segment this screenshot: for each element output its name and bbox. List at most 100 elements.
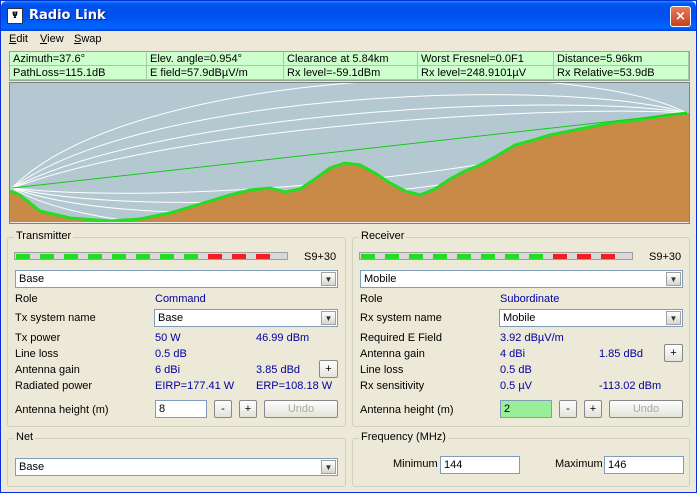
rx-required-field-label: Required E Field (360, 332, 442, 344)
tx-line-loss-value: 0.5 dB (155, 348, 187, 360)
tx-antenna-height-label: Antenna height (m) (15, 404, 109, 416)
tx-power-watts: 50 W (155, 332, 181, 344)
chevron-down-icon[interactable]: ▼ (666, 272, 681, 286)
azimuth-cell: Azimuth=37.6° (10, 52, 147, 66)
s-meter-segment (184, 254, 198, 259)
tx-s-meter-label: S9+30 (304, 251, 337, 263)
terrain-profile-graphic (10, 83, 689, 223)
s-meter-segment (112, 254, 126, 259)
rx-line-loss-value: 0.5 dB (500, 364, 532, 376)
tx-undo-button[interactable]: Undo (264, 400, 338, 418)
s-meter-segment (361, 254, 375, 259)
rx-level-uv-cell: Rx level=248.9101µV (418, 66, 554, 80)
tx-antenna-gain-add-button[interactable]: + (319, 360, 338, 378)
efield-cell: E field=57.9dBµV/m (147, 66, 284, 80)
window-title: Radio Link (29, 8, 106, 23)
tx-radiated-label: Radiated power (15, 380, 93, 392)
link-info-table: Azimuth=37.6° Elev. angle=0.954° Clearan… (9, 51, 690, 81)
distance-cell: Distance=5.96km (554, 52, 689, 66)
rx-antenna-gain-add-button[interactable]: + (664, 344, 683, 362)
tx-station-select[interactable]: Base ▼ (15, 270, 338, 288)
s-meter-track (359, 252, 633, 260)
title-bar[interactable]: Ψ Radio Link × (1, 1, 696, 31)
rx-sensitivity-dbm: -113.02 dBm (599, 380, 662, 392)
tx-system-select[interactable]: Base ▼ (154, 309, 338, 327)
frequency-max-label: Maximum (555, 458, 603, 470)
s-meter-segment (529, 254, 543, 259)
receiver-title: Receiver (359, 230, 407, 242)
s-meter-segment (457, 254, 471, 259)
menu-edit[interactable]: Edit (9, 33, 28, 45)
s-meter-segment (16, 254, 30, 259)
frequency-group: Frequency (MHz) Minimum 144 Maximum 146 (352, 431, 690, 487)
tx-height-decrement-button[interactable]: - (214, 400, 232, 418)
receiver-group: Receiver S9+30 Mobile ▼ Role Subordinate… (352, 230, 690, 427)
rx-sensitivity-label: Rx sensitivity (360, 380, 425, 392)
chevron-down-icon[interactable]: ▼ (666, 311, 681, 325)
frequency-title: Frequency (MHz) (359, 431, 448, 443)
rx-station-select[interactable]: Mobile ▼ (360, 270, 683, 288)
s-meter-segment (136, 254, 150, 259)
menu-view[interactable]: View (40, 33, 64, 45)
tx-antenna-gain-dbi: 6 dBi (155, 364, 181, 376)
radio-link-window: Ψ Radio Link × Edit View Swap Azimuth=37… (0, 0, 697, 493)
chevron-down-icon[interactable]: ▼ (321, 460, 336, 474)
rx-required-field-value: 3.92 dBµV/m (500, 332, 564, 344)
tx-height-increment-button[interactable]: + (239, 400, 257, 418)
terrain-profile-view[interactable] (9, 82, 690, 224)
rx-antenna-gain-dbi: 4 dBi (500, 348, 526, 360)
rx-height-decrement-button[interactable]: - (559, 400, 577, 418)
clearance-cell: Clearance at 5.84km (284, 52, 418, 66)
s-meter-segment (64, 254, 78, 259)
tx-role-label: Role (15, 293, 38, 305)
fresnel-cell: Worst Fresnel=0.0F1 (418, 52, 554, 66)
s-meter-segment (208, 254, 222, 259)
tx-s-meter (14, 252, 288, 262)
tx-antenna-gain-label: Antenna gain (15, 364, 80, 376)
tx-power-dbm: 46.99 dBm (256, 332, 310, 344)
s-meter-segment (88, 254, 102, 259)
rx-role-value: Subordinate (500, 293, 560, 305)
close-button[interactable]: × (670, 6, 691, 27)
net-title: Net (14, 431, 36, 443)
s-meter-segment (160, 254, 174, 259)
tx-line-loss-label: Line loss (15, 348, 59, 360)
transmitter-title: Transmitter (14, 230, 74, 242)
s-meter-segment (553, 254, 567, 259)
rx-undo-button[interactable]: Undo (609, 400, 683, 418)
profile-baseline (10, 222, 689, 223)
rx-antenna-height-input[interactable]: 2 (500, 400, 552, 418)
rx-sensitivity-uv: 0.5 µV (500, 380, 533, 392)
frequency-min-input[interactable]: 144 (440, 456, 520, 474)
tx-antenna-height-input[interactable]: 8 (155, 400, 207, 418)
frequency-max-input[interactable]: 146 (604, 456, 684, 474)
net-select[interactable]: Base ▼ (15, 458, 338, 476)
pathloss-cell: PathLoss=115.1dB (10, 66, 147, 80)
transmitter-group: Transmitter S9+30 Base ▼ Role Command Tx… (7, 230, 346, 427)
s-meter-segment (505, 254, 519, 259)
menu-swap[interactable]: Swap (74, 33, 102, 45)
rx-s-meter-label: S9+30 (649, 251, 682, 263)
tx-eirp-value: EIRP=177.41 W (155, 380, 235, 392)
chevron-down-icon[interactable]: ▼ (321, 311, 336, 325)
rx-role-label: Role (360, 293, 383, 305)
rx-height-increment-button[interactable]: + (584, 400, 602, 418)
chevron-down-icon[interactable]: ▼ (321, 272, 336, 286)
s-meter-segment (40, 254, 54, 259)
s-meter-segment (409, 254, 423, 259)
s-meter-segment (577, 254, 591, 259)
s-meter-segment (433, 254, 447, 259)
tx-system-label: Tx system name (15, 312, 96, 324)
tx-power-label: Tx power (15, 332, 61, 344)
tx-erp-value: ERP=108.18 W (256, 380, 333, 392)
elevation-cell: Elev. angle=0.954° (147, 52, 284, 66)
s-meter-segment (385, 254, 399, 259)
menu-bar: Edit View Swap (2, 31, 695, 49)
frequency-min-label: Minimum (393, 458, 438, 470)
rx-s-meter (359, 252, 633, 262)
rx-system-select[interactable]: Mobile ▼ (499, 309, 683, 327)
rx-line-loss-label: Line loss (360, 364, 404, 376)
s-meter-segment (256, 254, 270, 259)
rx-antenna-gain-label: Antenna gain (360, 348, 425, 360)
s-meter-track (14, 252, 288, 260)
